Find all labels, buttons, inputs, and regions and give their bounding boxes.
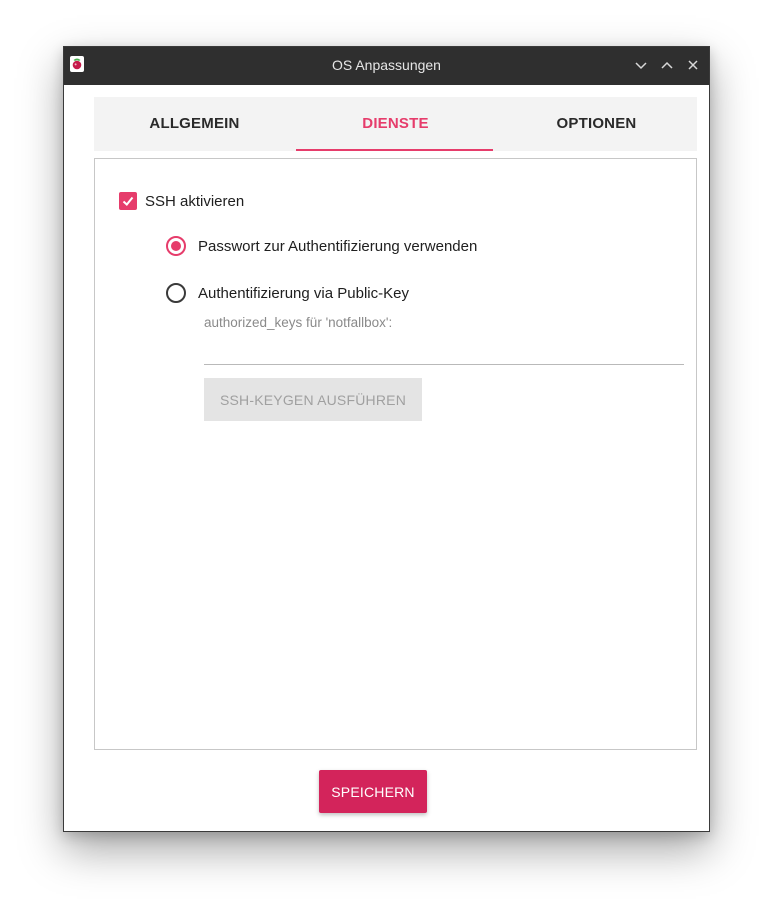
radio-public-key-auth[interactable]: Authentifizierung via Public-Key: [166, 283, 409, 303]
checkmark-icon: [122, 196, 134, 206]
tab-bar: ALLGEMEIN DIENSTE OPTIONEN: [94, 97, 697, 151]
desktop-background: OS Anpassungen ALLGEMEIN DIENSTE OPTIONE…: [0, 0, 764, 899]
tab-label: DIENSTE: [362, 115, 429, 132]
checkbox-checked[interactable]: [119, 192, 137, 210]
maximize-button[interactable]: [659, 56, 675, 74]
radio-button-checked[interactable]: [166, 236, 186, 256]
title-bar: OS Anpassungen: [64, 47, 709, 85]
services-panel: SSH aktivieren Passwort zur Authentifizi…: [94, 158, 697, 750]
authorized-keys-input[interactable]: [204, 339, 684, 365]
save-button[interactable]: SPEICHERN: [319, 770, 427, 813]
window-title: OS Anpassungen: [332, 57, 441, 73]
ssh-keygen-button[interactable]: SSH-KEYGEN AUSFÜHREN: [204, 378, 422, 421]
tab-dienste[interactable]: DIENSTE: [295, 97, 496, 151]
dialog-content: ALLGEMEIN DIENSTE OPTIONEN SSH aktiviere…: [64, 85, 709, 831]
tab-optionen[interactable]: OPTIONEN: [496, 97, 697, 151]
close-icon: [688, 60, 698, 70]
radio-password-label: Passwort zur Authentifizierung verwenden: [198, 237, 478, 255]
chevron-up-icon: [661, 61, 673, 69]
window-controls: [633, 56, 701, 74]
chevron-down-icon: [635, 62, 647, 70]
radio-public-key-label: Authentifizierung via Public-Key: [198, 284, 409, 302]
tab-allgemein[interactable]: ALLGEMEIN: [94, 97, 295, 151]
close-button[interactable]: [685, 56, 701, 74]
tab-label: ALLGEMEIN: [149, 115, 240, 132]
active-tab-indicator: [296, 149, 493, 151]
radio-dot: [171, 241, 181, 251]
radio-button-unchecked[interactable]: [166, 283, 186, 303]
authorized-keys-label: authorized_keys für 'notfallbox':: [204, 315, 393, 330]
ssh-enable-checkbox[interactable]: SSH aktivieren: [119, 192, 244, 210]
minimize-button[interactable]: [633, 56, 649, 74]
tab-label: OPTIONEN: [556, 115, 637, 132]
ssh-enable-label: SSH aktivieren: [145, 192, 245, 210]
radio-password-auth[interactable]: Passwort zur Authentifizierung verwenden: [166, 236, 477, 256]
os-customization-dialog: OS Anpassungen ALLGEMEIN DIENSTE OPTIONE…: [63, 46, 710, 832]
